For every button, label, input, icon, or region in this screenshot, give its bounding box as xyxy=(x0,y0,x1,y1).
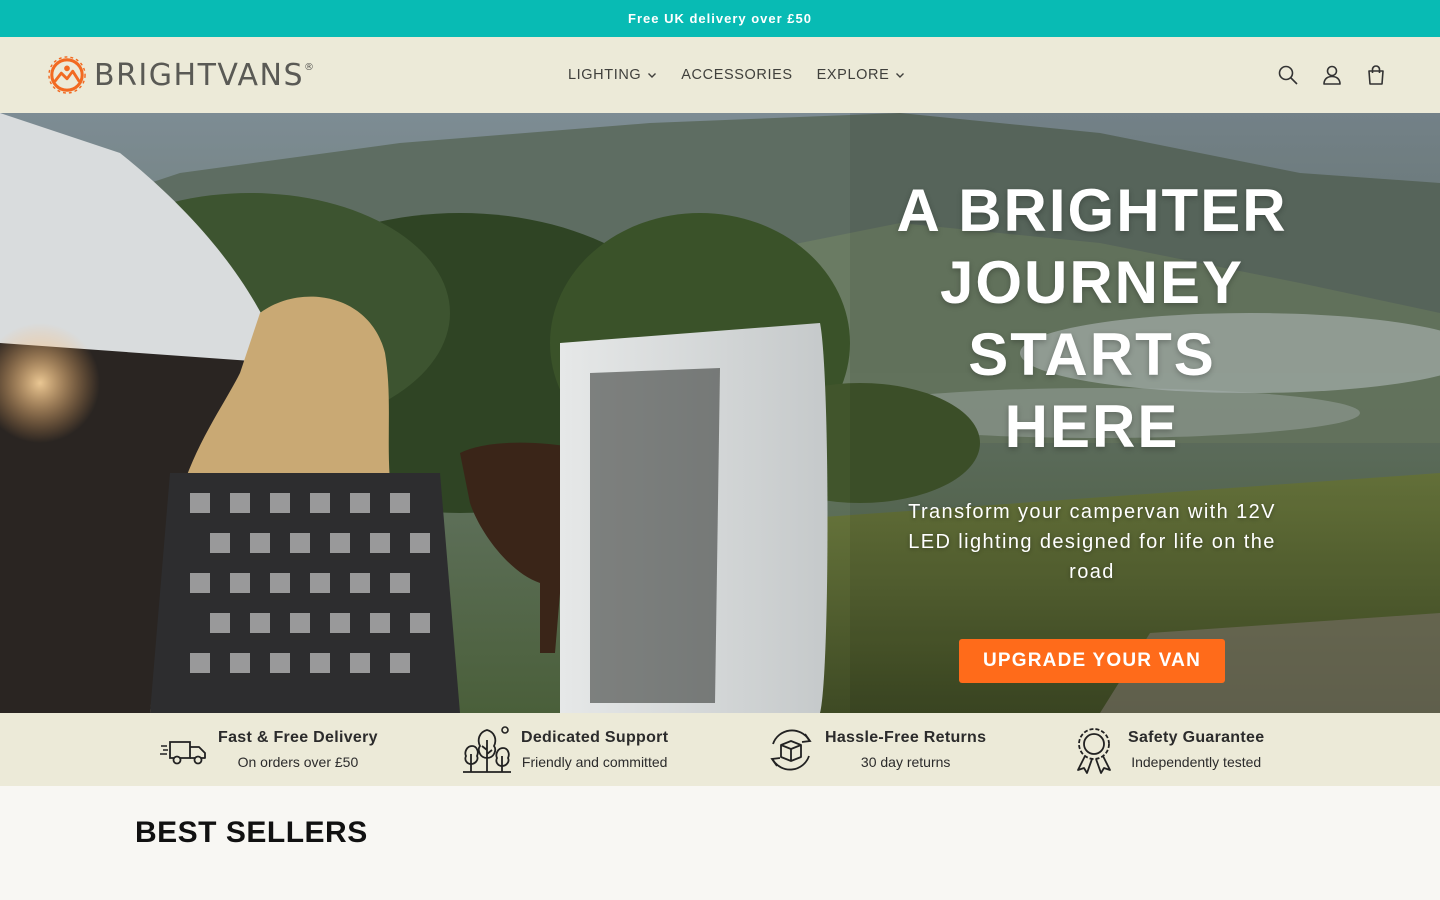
returns-box-icon xyxy=(770,729,812,770)
hero-title-line: A BRIGHTER xyxy=(896,177,1288,244)
feature-title: Hassle-Free Returns xyxy=(825,729,987,746)
feature-support: Dedicated Support Friendly and committed xyxy=(461,713,668,786)
nav-accessories-label: ACCESSORIES xyxy=(681,67,793,83)
hero-title: A BRIGHTER JOURNEY STARTS HERE xyxy=(872,175,1312,463)
announcement-bar: Free UK delivery over £50 xyxy=(0,0,1440,37)
feature-delivery: Fast & Free Delivery On orders over £50 xyxy=(158,713,378,786)
hero-title-line: STARTS HERE xyxy=(968,321,1216,460)
chevron-down-icon xyxy=(896,73,905,78)
chevron-down-icon xyxy=(648,73,657,78)
hero-subtitle: Transform your campervan with 12V LED li… xyxy=(908,501,1276,583)
features-strip: Fast & Free Delivery On orders over £50 … xyxy=(0,713,1440,786)
feature-title: Safety Guarantee xyxy=(1128,729,1265,746)
feature-title: Fast & Free Delivery xyxy=(218,729,378,746)
feature-desc: 30 day returns xyxy=(860,754,951,770)
search-icon[interactable] xyxy=(1276,63,1300,87)
feature-returns: Hassle-Free Returns 30 day returns xyxy=(765,713,986,786)
account-icon[interactable] xyxy=(1320,63,1344,87)
feature-title: Dedicated Support xyxy=(521,729,669,746)
header-actions xyxy=(1276,37,1388,113)
feature-desc: On orders over £50 xyxy=(237,754,359,770)
nav-lighting-label: LIGHTING xyxy=(568,67,642,83)
feature-safety: Safety Guarantee Independently tested xyxy=(1068,713,1264,786)
sun-mountain-logo-icon xyxy=(48,56,86,94)
nav-explore[interactable]: EXPLORE xyxy=(805,67,918,83)
feature-desc: Friendly and committed xyxy=(521,754,668,770)
cart-icon[interactable] xyxy=(1364,63,1388,87)
award-ribbon-icon xyxy=(1077,727,1111,774)
best-sellers-heading: BEST SELLERS xyxy=(135,816,368,849)
hero-content: A BRIGHTER JOURNEY STARTS HERE Transform… xyxy=(872,175,1312,683)
upgrade-van-button[interactable]: UPGRADE YOUR VAN xyxy=(958,639,1226,683)
nav-lighting[interactable]: LIGHTING xyxy=(556,67,669,83)
brand-logo[interactable]: BRIGHTVANS® xyxy=(48,56,316,94)
brand-name: BRIGHTVANS® xyxy=(94,57,316,93)
nav-explore-label: EXPLORE xyxy=(816,67,890,83)
site-header: BRIGHTVANS® LIGHTING ACCESSORIES EXPLORE xyxy=(0,37,1440,113)
main-nav: LIGHTING ACCESSORIES EXPLORE xyxy=(556,37,917,113)
feature-desc: Independently tested xyxy=(1131,754,1262,770)
hero-title-line: JOURNEY xyxy=(939,249,1245,316)
delivery-van-icon xyxy=(160,740,206,764)
trees-icon xyxy=(463,725,511,773)
hero-banner: A BRIGHTER JOURNEY STARTS HERE Transform… xyxy=(0,113,1440,713)
announcement-text: Free UK delivery over £50 xyxy=(628,11,812,26)
nav-accessories[interactable]: ACCESSORIES xyxy=(669,67,804,83)
